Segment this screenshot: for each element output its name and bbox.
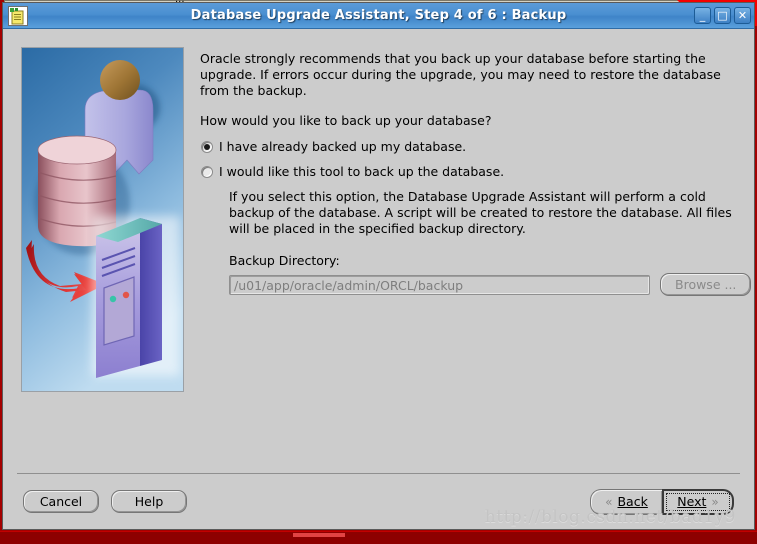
focus-indicator: [666, 492, 730, 511]
back-button-label: Back: [617, 493, 648, 509]
backup-directory-row: /u01/app/oracle/admin/ORCL/backup Browse…: [229, 273, 752, 296]
browse-button[interactable]: Browse ...: [660, 273, 752, 296]
help-button[interactable]: Help: [111, 490, 187, 513]
backup-directory-input[interactable]: /u01/app/oracle/admin/ORCL/backup: [229, 274, 650, 295]
option-already-backed-up-label[interactable]: I have already backed up my database.: [219, 139, 466, 155]
question-text: How would you like to back up your datab…: [200, 113, 492, 128]
window-controls[interactable]: _ □ ✕: [694, 7, 751, 24]
document-list-icon: [8, 5, 28, 26]
illustration-graphic: [22, 48, 183, 391]
next-button[interactable]: Next »: [662, 488, 734, 515]
footer-nav-buttons: « Back Next »: [590, 488, 734, 515]
backup-directory-label: Backup Directory:: [229, 253, 340, 268]
radio-tool-backup[interactable]: [201, 166, 213, 178]
option-description: If you select this option, the Database …: [229, 189, 732, 236]
database-upgrade-assistant-dialog: Database Upgrade Assistant, Step 4 of 6 …: [2, 2, 755, 530]
content-area: Oracle strongly recommends that you back…: [188, 29, 757, 473]
minimize-button[interactable]: _: [694, 7, 711, 24]
maximize-button[interactable]: □: [714, 7, 731, 24]
intro-text: Oracle strongly recommends that you back…: [200, 51, 721, 98]
dialog-footer: Cancel Help « Back Next » http://blog.cs…: [17, 473, 740, 529]
chevron-left-icon: «: [605, 494, 613, 509]
illustration-panel: [3, 29, 188, 473]
desktop: ··· Database Upgrade Assistant, Step 4 o: [0, 0, 757, 544]
option-tool-backup[interactable]: I would like this tool to back up the da…: [200, 164, 751, 180]
option-already-backed-up[interactable]: I have already backed up my database.: [200, 139, 751, 155]
cancel-button[interactable]: Cancel: [23, 490, 99, 513]
taskbar[interactable]: [0, 531, 757, 544]
close-button[interactable]: ✕: [734, 7, 751, 24]
upgrade-illustration: [21, 47, 184, 392]
window-title: Database Upgrade Assistant, Step 4 of 6 …: [190, 8, 567, 23]
titlebar[interactable]: Database Upgrade Assistant, Step 4 of 6 …: [3, 3, 754, 29]
backup-directory-block: Backup Directory: /u01/app/oracle/admin/…: [229, 253, 752, 296]
footer-left-buttons: Cancel Help: [23, 490, 187, 513]
option-tool-backup-label[interactable]: I would like this tool to back up the da…: [219, 164, 504, 180]
taskbar-active-item[interactable]: [293, 533, 345, 537]
dialog-body: Oracle strongly recommends that you back…: [3, 29, 754, 473]
back-button[interactable]: « Back: [590, 488, 662, 515]
radio-already-backed-up[interactable]: [201, 141, 213, 153]
